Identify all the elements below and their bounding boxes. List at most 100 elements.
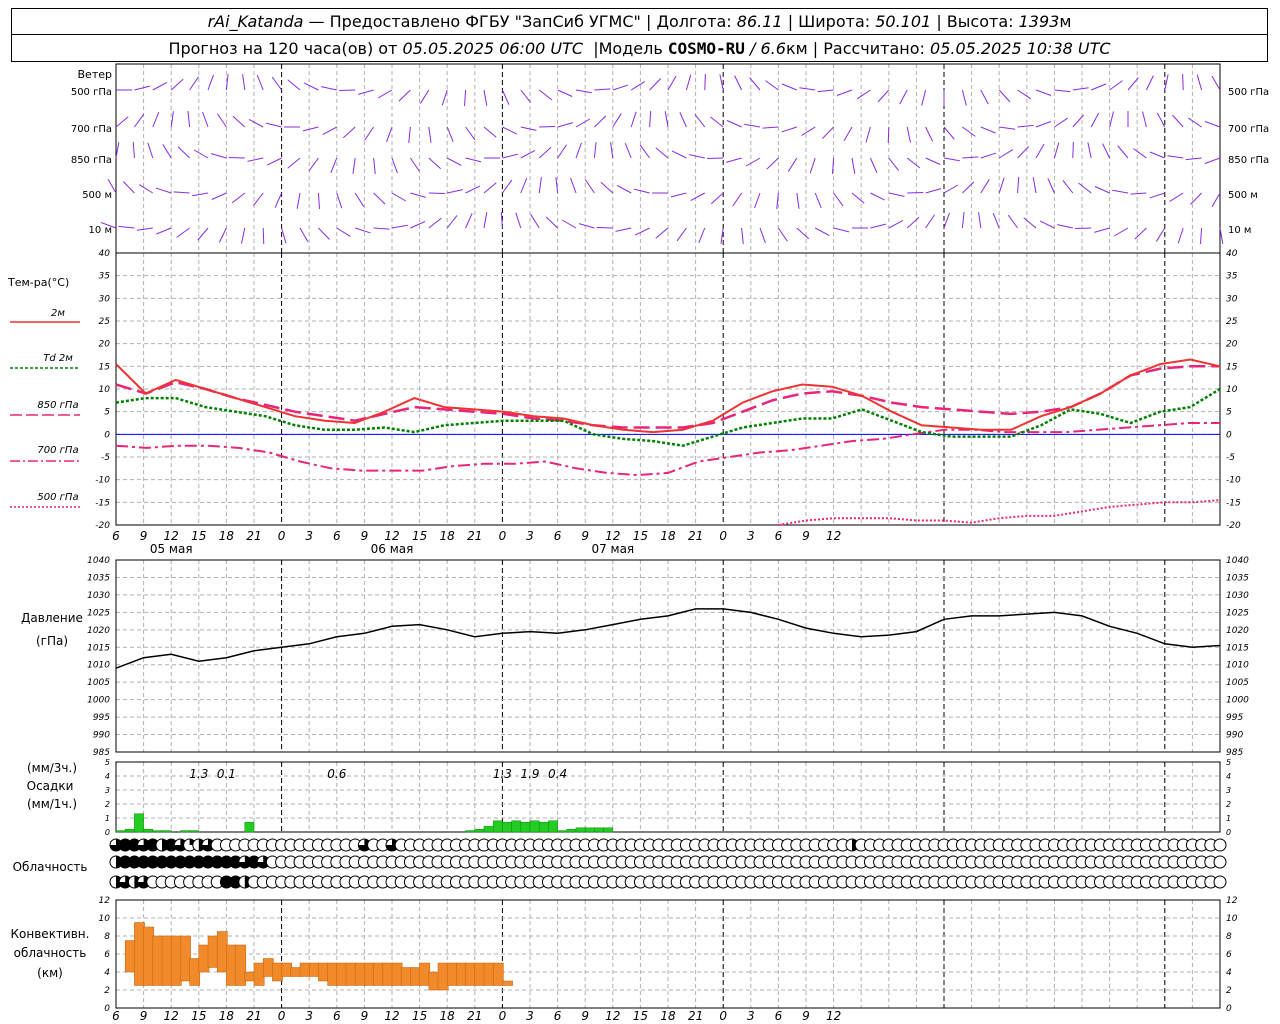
- wind-barb: [1134, 227, 1147, 240]
- wind-barb: [594, 88, 611, 91]
- precip-bar: [143, 828, 154, 833]
- wind-barb: [1211, 192, 1221, 208]
- wind-barb: [373, 192, 386, 205]
- y-tick-label: 1030: [87, 591, 110, 601]
- x-tick-label: 9: [361, 529, 369, 543]
- x-tick-label: 21: [246, 1009, 261, 1023]
- wind-barb: [1204, 121, 1221, 128]
- x-tick-label: 12: [826, 1009, 841, 1023]
- precip-bar: [465, 830, 476, 833]
- x-tick-label: 18: [440, 529, 456, 543]
- wind-barb: [980, 152, 997, 159]
- y-tick-label: 3: [105, 786, 110, 795]
- precip-unit-1h: (мм/1ч.): [27, 797, 77, 811]
- conv-title-2: облачность: [14, 946, 87, 960]
- wind-barb: [906, 126, 912, 143]
- y-tick-label: 5: [105, 758, 110, 767]
- y-tick-label: 8: [104, 932, 110, 942]
- x-tick-label: 12: [605, 1009, 620, 1023]
- wind-barb: [1091, 83, 1107, 91]
- x-tick-label: 6: [333, 529, 341, 543]
- conv-bar: [400, 967, 412, 986]
- wind-barb: [1155, 227, 1166, 242]
- y-tick-label: 8: [1226, 932, 1232, 942]
- wind-barb: [888, 220, 904, 229]
- wind-level-label: 500 гПа: [1228, 87, 1269, 98]
- wind-barb: [616, 185, 632, 194]
- y-tick-label: -20: [1226, 521, 1241, 531]
- wind-barb: [781, 126, 797, 133]
- wind-level-label: 10 м: [89, 225, 112, 236]
- x-tick-label: 15: [633, 1009, 648, 1023]
- wind-barb: [814, 192, 822, 209]
- wind-barb: [887, 126, 890, 144]
- y-tick-label: 40: [1226, 249, 1238, 259]
- wind-barb: [302, 126, 319, 132]
- wind-barb: [446, 157, 462, 166]
- y-tick-label: 20: [1226, 340, 1238, 350]
- wind-barb: [483, 126, 497, 138]
- wind-barb: [888, 192, 905, 197]
- x-tick-label: 3: [526, 1009, 534, 1023]
- cloud-cover-marker: [1213, 875, 1227, 889]
- wind-barb: [465, 126, 476, 141]
- wind-barb: [557, 89, 573, 97]
- precip-label: 0.6: [327, 767, 346, 781]
- wind-barb: [1023, 217, 1037, 229]
- wind-barb: [428, 217, 442, 229]
- wind-barb: [801, 126, 816, 136]
- wind-barb: [1035, 89, 1052, 96]
- y-tick-label: 6: [1226, 950, 1232, 960]
- wind-level-label: 500 м: [82, 190, 112, 201]
- wind-barb: [446, 126, 454, 143]
- wind-barb: [578, 223, 595, 229]
- precip-bar: [548, 820, 558, 833]
- y-tick-label: 1020: [1226, 626, 1249, 636]
- conv-bar: [180, 935, 191, 982]
- conv-bar: [492, 962, 504, 986]
- conv-bar: [226, 944, 237, 986]
- pressure-unit: (гПа): [36, 634, 68, 648]
- wind-barb: [899, 89, 908, 105]
- wind-barb: [766, 157, 779, 170]
- wind-barb: [133, 113, 145, 128]
- x-tick-label: 6: [775, 1009, 783, 1023]
- wind-barb: [428, 157, 442, 170]
- conv-bar: [262, 958, 274, 977]
- wind-barb: [814, 227, 830, 236]
- wind-barb: [925, 214, 935, 229]
- y-tick-label: 1005: [87, 678, 110, 688]
- precip-bar: [566, 828, 577, 833]
- y-tick-label: 0: [104, 1004, 110, 1014]
- wind-barb: [410, 221, 426, 229]
- x-tick-label: 15: [412, 529, 427, 543]
- wind-barb: [1017, 124, 1034, 128]
- y-tick-label: 5: [1226, 758, 1231, 767]
- wind-barb: [1199, 227, 1203, 244]
- wind-barb: [1177, 227, 1184, 244]
- wind-barb: [630, 81, 646, 91]
- wind-barb: [1075, 227, 1092, 230]
- wind-barb: [330, 157, 338, 174]
- conv-bar: [410, 967, 421, 986]
- wind-barb: [694, 114, 706, 128]
- wind-barb: [999, 126, 1016, 130]
- legend-label: Td 2м: [43, 353, 73, 364]
- conv-title-1: Конвективн.: [11, 927, 90, 941]
- wind-barb: [441, 89, 448, 106]
- wind-barb: [943, 126, 955, 140]
- y-tick-label: 3: [1226, 786, 1231, 795]
- wind-barb: [132, 142, 135, 159]
- y-tick-label: 1015: [87, 643, 110, 653]
- y-tick-label: 10: [99, 914, 111, 924]
- conv-bar: [143, 926, 155, 986]
- wind-barb: [833, 227, 850, 233]
- wind-barb: [906, 216, 920, 229]
- y-tick-label: 15: [99, 362, 111, 372]
- wind-barb: [520, 150, 536, 159]
- y-tick-label: 1020: [87, 626, 110, 636]
- wind-barb: [962, 181, 975, 194]
- wind-barb: [538, 89, 553, 101]
- wind-barb: [745, 157, 761, 167]
- wind-barb: [483, 182, 497, 194]
